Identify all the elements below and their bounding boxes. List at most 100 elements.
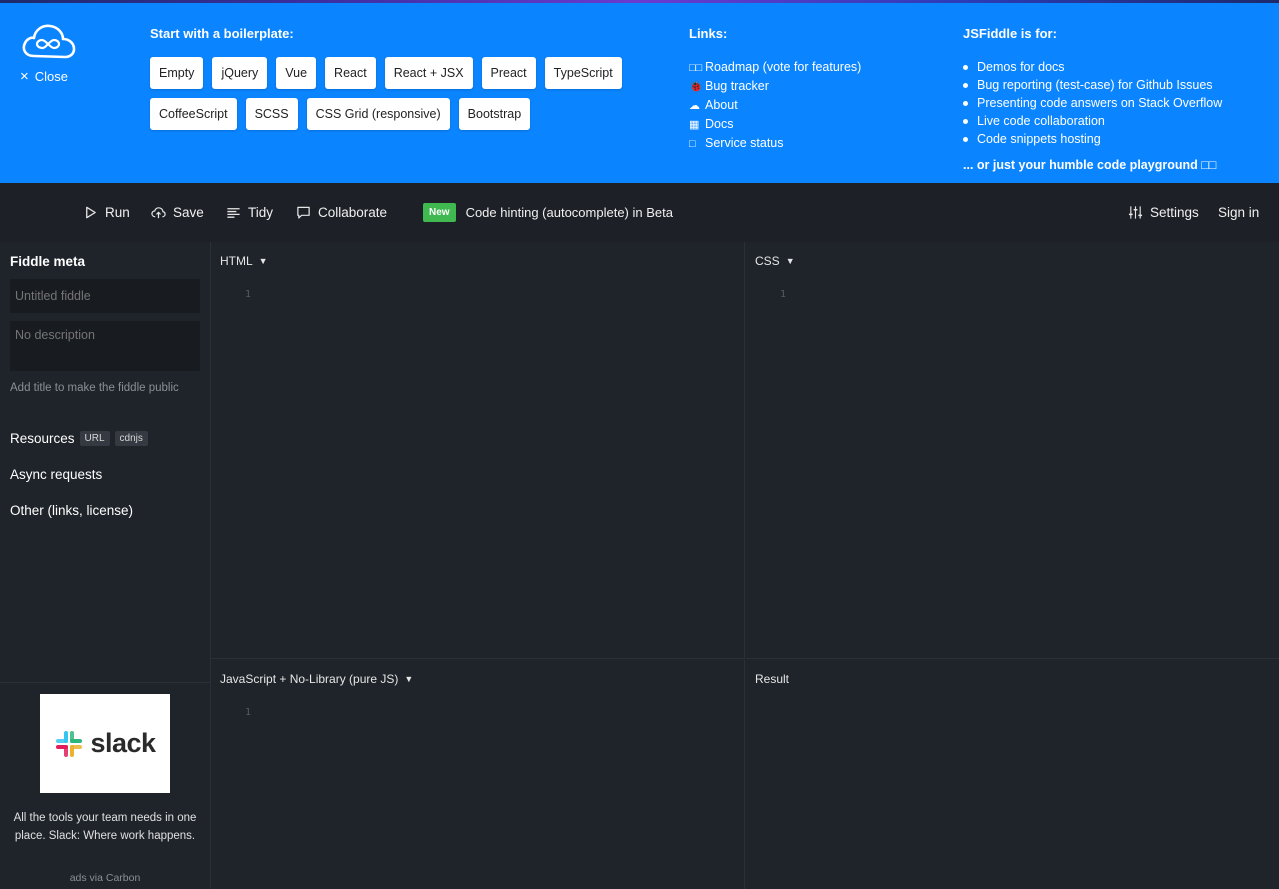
list-item: Demos for docs bbox=[963, 58, 1222, 76]
async-requests-link[interactable]: Async requests bbox=[10, 467, 102, 482]
css-pane-label[interactable]: CSS ▼ bbox=[755, 254, 795, 268]
fiddle-description-input[interactable] bbox=[10, 321, 200, 371]
boilerplate-typescript-button[interactable]: TypeScript bbox=[544, 57, 622, 89]
boilerplate-empty-button[interactable]: Empty bbox=[150, 57, 204, 89]
boilerplate-banner: × Close Start with a boilerplate: Empty … bbox=[0, 0, 1279, 183]
link-about[interactable]: ☁ About bbox=[689, 96, 861, 115]
ads-via-carbon-link[interactable]: ads via Carbon bbox=[0, 872, 210, 884]
jsfiddle-logo-icon[interactable] bbox=[20, 22, 76, 62]
caret-down-icon: ▼ bbox=[258, 256, 268, 266]
close-icon: × bbox=[20, 68, 29, 85]
link-docs[interactable]: ▦ Docs bbox=[689, 115, 861, 134]
line-number: 1 bbox=[780, 289, 787, 300]
caret-down-icon: ▼ bbox=[404, 674, 414, 684]
js-editor-pane[interactable]: JavaScript + No-Library (pure JS) ▼ 1 bbox=[211, 660, 745, 889]
pane-title: HTML bbox=[220, 254, 253, 268]
save-button[interactable]: Save bbox=[151, 183, 204, 242]
boilerplate-preact-button[interactable]: Preact bbox=[481, 57, 536, 89]
sign-in-button[interactable]: Sign in bbox=[1218, 183, 1259, 242]
list-item: Live code collaboration bbox=[963, 112, 1222, 130]
css-editor-pane[interactable]: CSS ▼ 1 bbox=[746, 242, 1279, 659]
collaborate-button[interactable]: Collaborate bbox=[296, 183, 387, 242]
run-button[interactable]: Run bbox=[83, 183, 130, 242]
js-pane-label[interactable]: JavaScript + No-Library (pure JS) ▼ bbox=[220, 672, 413, 686]
slack-logo-icon bbox=[56, 730, 83, 757]
settings-label: Settings bbox=[1150, 205, 1199, 220]
boilerplate-scss-button[interactable]: SCSS bbox=[245, 98, 298, 130]
fiddle-title-input[interactable] bbox=[10, 279, 200, 313]
fiddle-meta-title: Fiddle meta bbox=[10, 254, 86, 269]
settings-button[interactable]: Settings bbox=[1128, 183, 1199, 242]
links-list: □□ Roadmap (vote for features) 🐞 Bug track… bbox=[689, 58, 861, 153]
close-label: Close bbox=[34, 69, 69, 84]
sign-in-label: Sign in bbox=[1218, 205, 1260, 220]
links-title: Links: bbox=[689, 26, 728, 41]
boilerplate-react-button[interactable]: React bbox=[325, 57, 376, 89]
other-links-license-link[interactable]: Other (links, license) bbox=[10, 503, 133, 518]
new-badge: New bbox=[423, 203, 456, 222]
fiddle-meta-sidebar: Fiddle meta Add title to make the fiddle… bbox=[0, 242, 211, 889]
code-hinting-announcement[interactable]: New Code hinting (autocomplete) in Beta bbox=[423, 183, 673, 242]
align-lines-icon bbox=[227, 208, 240, 218]
pane-title: CSS bbox=[755, 254, 780, 268]
caret-down-icon: ▼ bbox=[785, 256, 795, 266]
resource-url-tag[interactable]: URL bbox=[79, 431, 110, 446]
result-pane[interactable]: Result bbox=[746, 660, 1279, 889]
link-label: About bbox=[705, 98, 738, 112]
html-editor-pane[interactable]: HTML ▼ 1 bbox=[211, 242, 745, 659]
resources-label: Resources bbox=[10, 431, 75, 446]
boilerplate-row: Empty jQuery Vue React React + JSX Preac… bbox=[150, 57, 650, 89]
boilerplate-react-jsx-button[interactable]: React + JSX bbox=[384, 57, 473, 89]
boilerplate-bootstrap-button[interactable]: Bootstrap bbox=[458, 98, 531, 130]
slack-wordmark: slack bbox=[90, 728, 156, 758]
link-service-status[interactable]: □ Service status bbox=[689, 134, 861, 153]
boilerplate-grid: Empty jQuery Vue React React + JSX Preac… bbox=[150, 57, 650, 139]
main-toolbar: Run Save Tidy Collaborate New Code hinti… bbox=[0, 183, 1279, 242]
boilerplate-coffeescript-button[interactable]: CoffeeScript bbox=[150, 98, 237, 130]
boilerplate-row: CoffeeScript SCSS CSS Grid (responsive) … bbox=[150, 98, 650, 130]
slack-ad-image[interactable]: slack bbox=[40, 694, 170, 793]
bug-icon: 🐞 bbox=[689, 81, 703, 93]
pane-title: JavaScript + No-Library (pure JS) bbox=[220, 672, 399, 686]
line-number: 1 bbox=[245, 289, 252, 300]
public-hint: Add title to make the fiddle public bbox=[10, 382, 179, 394]
chat-bubble-icon bbox=[297, 206, 310, 219]
roadmap-icon: □□ bbox=[689, 62, 703, 74]
list-item: Code snippets hosting bbox=[963, 130, 1222, 148]
boilerplate-title: Start with a boilerplate: bbox=[150, 26, 294, 41]
list-item: Bug reporting (test-case) for Github Iss… bbox=[963, 76, 1222, 94]
resource-cdnjs-tag[interactable]: cdnjs bbox=[114, 431, 148, 446]
play-icon bbox=[86, 206, 96, 219]
save-label: Save bbox=[173, 205, 204, 220]
cloud-icon: ☁ bbox=[689, 100, 700, 112]
pane-title: Result bbox=[755, 672, 790, 686]
line-number: 1 bbox=[245, 707, 252, 718]
link-bug-tracker[interactable]: 🐞 Bug tracker bbox=[689, 77, 861, 96]
code-hinting-text: Code hinting (autocomplete) in Beta bbox=[465, 205, 673, 220]
tidy-label: Tidy bbox=[248, 205, 274, 220]
resources-link[interactable]: Resources URL cdnjs bbox=[10, 431, 148, 446]
banner-top-strip bbox=[0, 0, 1279, 3]
cloud-upload-icon bbox=[151, 207, 166, 219]
link-label: Service status bbox=[705, 136, 784, 150]
jsfiddle-for-list: Demos for docs Bug reporting (test-case)… bbox=[963, 58, 1222, 148]
tidy-button[interactable]: Tidy bbox=[226, 183, 273, 242]
link-label: Bug tracker bbox=[705, 79, 769, 93]
status-icon: □ bbox=[689, 138, 696, 150]
html-pane-label[interactable]: HTML ▼ bbox=[220, 254, 268, 268]
close-banner-button[interactable]: × Close bbox=[20, 69, 68, 84]
boilerplate-css-grid-button[interactable]: CSS Grid (responsive) bbox=[306, 98, 450, 130]
list-item: Presenting code answers on Stack Overflo… bbox=[963, 94, 1222, 112]
result-pane-label: Result bbox=[755, 672, 789, 686]
collaborate-label: Collaborate bbox=[318, 205, 388, 220]
ad-text[interactable]: All the tools your team needs in one pla… bbox=[12, 809, 198, 845]
run-label: Run bbox=[105, 205, 130, 220]
link-label: Docs bbox=[705, 117, 734, 131]
carbon-ad: slack All the tools your team needs in o… bbox=[0, 682, 210, 889]
boilerplate-vue-button[interactable]: Vue bbox=[276, 57, 317, 89]
playground-tagline: ... or just your humble code playground … bbox=[963, 158, 1217, 172]
docs-icon: ▦ bbox=[689, 119, 700, 131]
sliders-icon bbox=[1128, 206, 1143, 219]
link-roadmap[interactable]: □□ Roadmap (vote for features) bbox=[689, 58, 861, 77]
boilerplate-jquery-button[interactable]: jQuery bbox=[212, 57, 268, 89]
